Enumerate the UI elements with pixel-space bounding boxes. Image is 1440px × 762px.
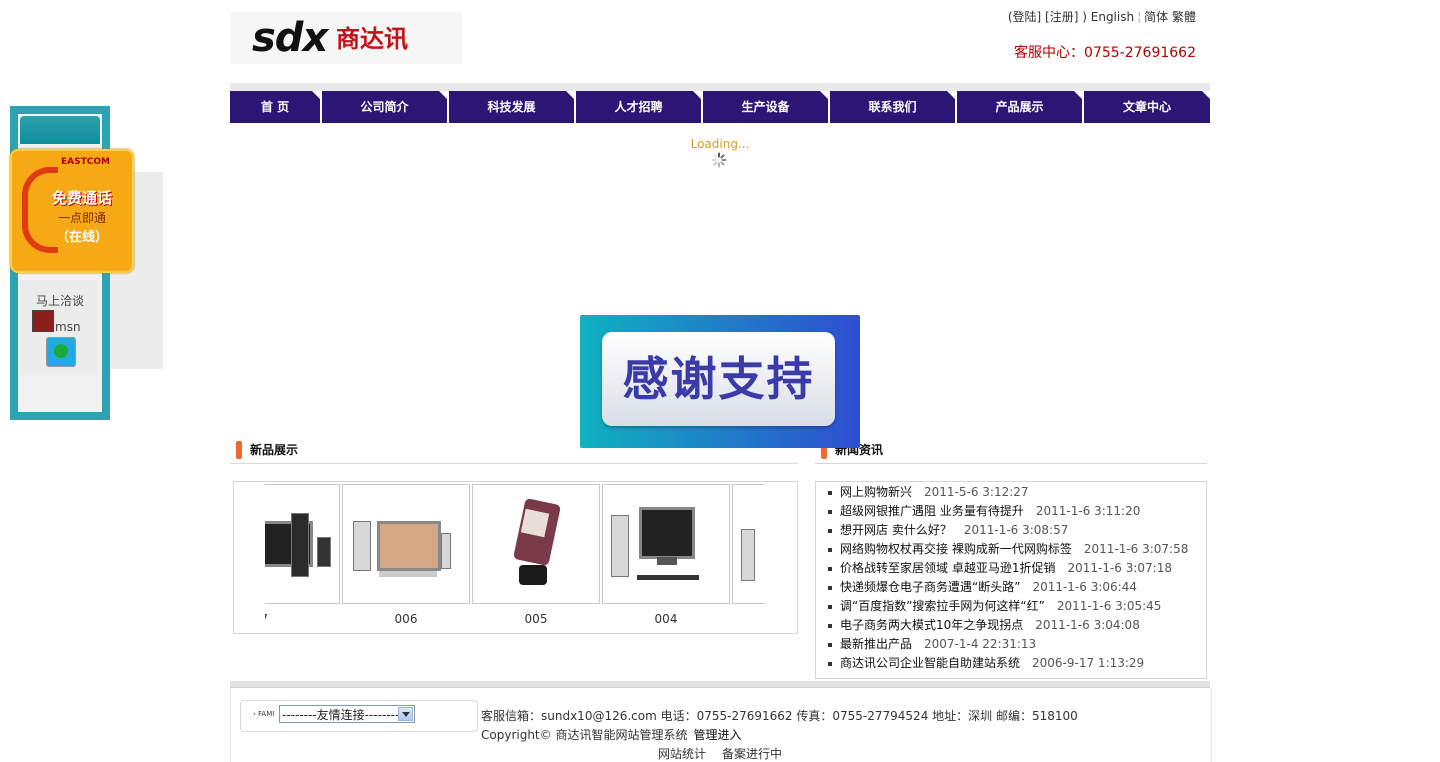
section-marker-icon <box>236 441 242 459</box>
list-item[interactable]: 想开网店 卖什么好？ 2011-1-6 3:08:57 <box>828 521 1068 540</box>
news-date: 2011-1-6 3:07:58 <box>1083 542 1189 556</box>
product-image[interactable] <box>602 484 730 604</box>
copyright-text: Copyright© 商达讯智能网站管理系统 <box>481 728 688 742</box>
product-item[interactable] <box>732 484 765 604</box>
chevron-down-icon[interactable] <box>398 707 413 721</box>
news-title-link[interactable]: 网上购物新兴 <box>840 485 912 499</box>
news-title-link[interactable]: 电子商务两大模式10年之争现拐点 <box>840 618 1023 632</box>
product-caption[interactable]: 007 <box>265 612 340 626</box>
news-date: 2011-1-6 3:04:08 <box>1035 618 1140 632</box>
news-date: 2011-5-6 3:12:27 <box>924 485 1029 499</box>
nav-equipment[interactable]: 生产设备 <box>703 91 828 123</box>
news-title-link[interactable]: 最新推出产品 <box>840 637 912 651</box>
news-title-link[interactable]: 价格战转至家居领域 卓越亚马逊1折促销 <box>840 561 1055 575</box>
spinner-icon <box>711 152 727 168</box>
nav-jobs[interactable]: 人才招聘 <box>576 91 701 123</box>
list-item[interactable]: 网上购物新兴 2011-5-6 3:12:27 <box>828 483 1029 502</box>
thanks-popup[interactable]: 感谢支持 <box>580 315 860 448</box>
news-title-link[interactable]: 超级网银推广遇阻 业务量有待提升 <box>840 504 1024 518</box>
product-image[interactable] <box>732 484 765 604</box>
news-title-link[interactable]: 快递频爆仓电子商务遭遇“断头路” <box>840 580 1020 594</box>
product-item[interactable]: 005 <box>472 484 600 626</box>
news-list: 网上购物新兴 2011-5-6 3:12:27 超级网银推广遇阻 业务量有待提升 2… <box>815 481 1207 679</box>
footer-stats: 网站统计 备案进行中 <box>658 745 782 762</box>
friend-links-select[interactable]: --------友情连接-------- <box>279 705 415 723</box>
top-links: (登陆] [注册] ) English ¦ 简体 繁體 <box>1007 10 1196 24</box>
news-title-link[interactable]: 商达讯公司企业智能自助建站系统 <box>840 656 1020 670</box>
news-date: 2006-9-17 1:13:29 <box>1032 656 1145 670</box>
product-item[interactable]: 006 <box>342 484 470 626</box>
product-image[interactable] <box>342 484 470 604</box>
freecall-subtitle: 一点即通 <box>57 211 106 225</box>
news-date: 2007-1-4 22:31:13 <box>924 637 1037 651</box>
logo-cn-text: 商达讯 <box>336 24 408 53</box>
list-item[interactable]: 最新推出产品 2007-1-4 22:31:13 <box>828 635 1036 654</box>
icp-text: 备案进行中 <box>722 747 783 761</box>
footer-divider <box>230 681 1210 688</box>
lang-simplified-link[interactable]: 简体 <box>1144 10 1168 24</box>
friend-links-icon: › FAMI <box>253 710 275 718</box>
call-icon[interactable] <box>46 337 76 367</box>
nav-top-strip <box>230 83 1210 91</box>
free-call-badge[interactable]: EASTCOM 免费通话 一点即通 （在线） <box>10 149 134 273</box>
thanks-text: 感谢支持 <box>622 352 815 406</box>
footer-contact: 客服信箱：sundx10@126.com 电话：0755-27691662 传真… <box>481 709 1078 723</box>
list-item[interactable]: 商达讯公司企业智能自助建站系统 2006-9-17 1:13:29 <box>828 654 1144 673</box>
admin-link[interactable]: 管理进入 <box>693 728 741 742</box>
main-nav: 首 页 公司简介 科技发展 人才招聘 生产设备 联系我们 产品展示 文章中心 <box>230 91 1210 123</box>
list-item[interactable]: 超级网银推广遇阻 业务量有待提升 2011-1-6 3:11:20 <box>828 502 1140 521</box>
product-caption[interactable]: 005 <box>472 612 600 626</box>
chat-label: 马上洽谈 <box>35 294 84 308</box>
list-item[interactable]: 价格战转至家居领域 卓越亚马逊1折促销 2011-1-6 3:07:18 <box>828 559 1172 578</box>
news-title-link[interactable]: 调“百度指数”搜索拉手网为何这样“红” <box>840 599 1045 613</box>
nav-articles[interactable]: 文章中心 <box>1084 91 1210 123</box>
news-date: 2011-1-6 3:11:20 <box>1035 504 1141 518</box>
nav-home[interactable]: 首 页 <box>230 91 320 123</box>
register-link[interactable]: 注册 <box>1050 10 1074 24</box>
msn-avatar-icon[interactable] <box>32 310 54 332</box>
msn-label[interactable]: msn <box>55 320 81 334</box>
product-image[interactable] <box>265 484 340 604</box>
list-item[interactable]: 调“百度指数”搜索拉手网为何这样“红” 2011-1-6 3:05:45 <box>828 597 1161 616</box>
list-item[interactable]: 电子商务两大模式10年之争现拐点 2011-1-6 3:04:08 <box>828 616 1140 635</box>
news-title-link[interactable]: 想开网店 卖什么好？ <box>840 523 952 537</box>
footer-copyright: Copyright© 商达讯智能网站管理系统 管理进入 <box>481 726 741 743</box>
logo-text: sdx <box>252 15 328 61</box>
lang-english-link[interactable]: English <box>1091 10 1134 24</box>
nav-tech[interactable]: 科技发展 <box>449 91 574 123</box>
freecall-logo: EASTCOM <box>61 157 110 167</box>
list-item[interactable]: 网络购物权杖再交接 裸购成新一代网购标签 2011-1-6 3:07:58 <box>828 540 1188 559</box>
product-carousel: 007 006 005 <box>233 481 798 634</box>
news-date: 2011-1-6 3:05:45 <box>1056 599 1162 613</box>
product-item[interactable]: 004 <box>602 484 730 626</box>
login-link[interactable]: 登陆 <box>1013 10 1037 24</box>
freecall-title: 免费通话 <box>51 189 112 207</box>
news-date: 2011-1-6 3:07:18 <box>1067 561 1172 575</box>
nav-contact[interactable]: 联系我们 <box>830 91 955 123</box>
products-title: 新品展示 <box>250 443 299 457</box>
product-item[interactable]: 007 <box>265 484 340 626</box>
friend-links-selected: --------友情连接-------- <box>282 708 400 722</box>
product-caption[interactable]: 006 <box>342 612 470 626</box>
news-title-link[interactable]: 网络购物权杖再交接 裸购成新一代网购标签 <box>840 542 1072 556</box>
loading-text: Loading... <box>690 137 750 151</box>
list-item[interactable]: 快递频爆仓电子商务遭遇“断头路” 2011-1-6 3:06:44 <box>828 578 1137 597</box>
nav-products[interactable]: 产品展示 <box>957 91 1082 123</box>
product-image[interactable] <box>472 484 600 604</box>
site-logo[interactable]: sdx 商达讯 <box>230 12 462 64</box>
product-caption[interactable]: 004 <box>602 612 730 626</box>
hotline-text: 客服中心：0755-27691662 <box>1014 45 1196 61</box>
lang-traditional-link[interactable]: 繁體 <box>1172 10 1196 24</box>
site-stats-link[interactable]: 网站统计 <box>658 747 706 761</box>
news-section-header: 新闻资讯 <box>815 439 1207 464</box>
news-date: 2011-1-6 3:08:57 <box>963 523 1069 537</box>
freecall-status: （在线） <box>55 230 108 245</box>
nav-about[interactable]: 公司简介 <box>322 91 447 123</box>
news-date: 2011-1-6 3:06:44 <box>1032 580 1137 594</box>
